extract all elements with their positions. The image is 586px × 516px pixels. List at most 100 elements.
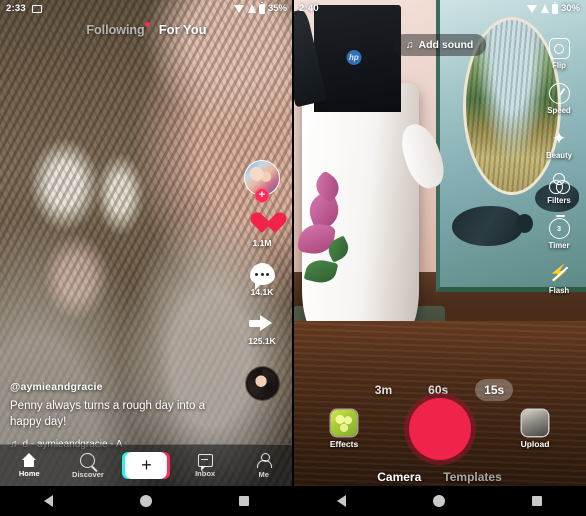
android-nav-right <box>293 486 586 516</box>
status-bar-left: 2:33 35% <box>0 0 293 17</box>
pen-holder-contents: hp <box>313 4 402 112</box>
tab-for-you[interactable]: For You <box>159 22 207 37</box>
creator-username[interactable]: @aymieandgracie <box>10 381 225 393</box>
tool-label-filters: Filters <box>547 196 571 205</box>
timer-icon: 3 <box>548 215 570 239</box>
tab-following-label: Following <box>86 22 145 37</box>
screencast-icon <box>31 4 42 13</box>
status-time: 2:40 <box>299 3 319 14</box>
tool-speed[interactable]: Speed <box>547 83 571 115</box>
recents-icon[interactable] <box>239 496 250 506</box>
following-notification-dot <box>144 21 150 27</box>
battery-percent: 35% <box>267 3 287 14</box>
like-count: 1.1M <box>252 238 272 248</box>
inbox-icon <box>197 453 213 471</box>
beauty-wand-icon: ✦ <box>551 129 567 148</box>
effects-label: Effects <box>329 438 359 449</box>
action-rail: + 1.1M 14.1K 125.1K <box>239 160 285 400</box>
create-icon[interactable]: + <box>122 452 171 479</box>
filters-icon <box>548 173 570 194</box>
music-note-icon: ♫ <box>405 39 414 51</box>
creator-avatar-wrap[interactable]: + <box>244 160 280 203</box>
search-icon <box>80 452 96 468</box>
tool-label-timer: Timer <box>548 241 570 250</box>
android-nav-left <box>0 486 293 516</box>
status-icons: 35% <box>233 1 287 14</box>
tab-following[interactable]: Following <box>86 21 150 37</box>
signal-icon <box>247 4 256 13</box>
nav-item-discover[interactable]: Discover <box>62 452 114 479</box>
wifi-icon <box>233 4 245 13</box>
right-phone-camera: hp 2:40 30% ♫ Add sound Flip Speed ✦ Bea… <box>293 0 586 516</box>
camera-controls: Effects Upload <box>293 394 586 464</box>
recents-icon[interactable] <box>532 496 543 506</box>
flash-off-icon: ⚡ <box>549 265 569 282</box>
nav-item-inbox[interactable]: Inbox <box>179 453 231 478</box>
tool-label-flip: Flip <box>552 61 566 70</box>
profile-icon <box>256 452 273 468</box>
flip-camera-icon <box>548 38 570 59</box>
tool-timer[interactable]: 3 Timer <box>548 215 570 250</box>
signal-icon <box>540 4 549 13</box>
mode-tab-camera[interactable]: Camera <box>377 470 421 484</box>
tool-beauty[interactable]: ✦ Beauty <box>546 128 572 160</box>
home-icon <box>21 453 37 467</box>
status-time: 2:33 <box>6 3 26 14</box>
upload-button[interactable]: Upload <box>512 409 558 449</box>
tool-label-speed: Speed <box>547 106 571 115</box>
nav-item-create[interactable]: + <box>120 452 172 479</box>
add-sound-button[interactable]: ♫ Add sound <box>392 34 487 56</box>
add-sound-label: Add sound <box>418 39 474 51</box>
home-icon[interactable] <box>139 495 152 507</box>
follow-button[interactable]: + <box>254 188 270 203</box>
camera-tool-rail: Flip Speed ✦ Beauty Filters 3 Timer ⚡ Fl… <box>537 38 581 295</box>
status-icons: 30% <box>526 1 580 14</box>
nav-item-me[interactable]: Me <box>238 452 290 479</box>
record-button[interactable] <box>408 398 471 460</box>
nav-label-discover: Discover <box>72 469 104 479</box>
battery-icon <box>258 1 265 14</box>
phone-divider <box>292 0 294 516</box>
mode-tab-templates[interactable]: Templates <box>443 470 501 484</box>
nav-label-me: Me <box>258 469 269 479</box>
battery-icon <box>551 1 558 14</box>
comment-button[interactable]: 14.1K <box>249 263 275 297</box>
comment-icon <box>249 263 275 290</box>
camera-mode-tabs: Camera Templates <box>293 470 586 484</box>
tool-label-flash: Flash <box>548 286 570 295</box>
share-count: 125.1K <box>248 336 276 346</box>
bottom-nav: Home Discover + Inbox Me <box>0 444 293 486</box>
loon-painting-large <box>451 206 533 247</box>
tool-flip[interactable]: Flip <box>548 38 570 70</box>
wifi-icon <box>526 4 538 13</box>
video-caption: @aymieandgracie Penny always turns a rou… <box>10 381 225 450</box>
feed-tabs: Following For You <box>0 21 293 37</box>
home-icon[interactable] <box>432 495 445 507</box>
tool-flash[interactable]: ⚡ Flash <box>549 263 570 295</box>
share-icon <box>248 312 275 334</box>
back-icon[interactable] <box>336 495 346 507</box>
tool-filters[interactable]: Filters <box>547 173 571 205</box>
status-bar-right: 2:40 30% <box>293 0 586 17</box>
back-icon[interactable] <box>43 495 53 507</box>
left-phone-feed: 2:33 35% Following For You + 1.1M 14.1K … <box>0 0 293 516</box>
dual-phone-screenshot: 2:33 35% Following For You + 1.1M 14.1K … <box>0 0 586 516</box>
tab-for-you-label: For You <box>158 22 207 37</box>
floral-pitcher <box>297 82 419 336</box>
effects-button[interactable]: Effects <box>321 409 367 449</box>
plus-glyph: + <box>141 454 152 475</box>
caption-text: Penny always turns a rough day into a ha… <box>10 399 205 429</box>
hp-logo-icon: hp <box>346 49 362 65</box>
nav-label-home: Home <box>18 469 40 478</box>
effects-icon <box>331 409 357 436</box>
heart-icon <box>249 212 275 236</box>
share-button[interactable]: 125.1K <box>248 312 276 346</box>
upload-thumbnail-icon <box>522 409 548 436</box>
like-button[interactable]: 1.1M <box>249 212 275 248</box>
tool-label-beauty: Beauty <box>546 151 572 160</box>
spinning-record-icon[interactable] <box>245 367 279 400</box>
battery-percent: 30% <box>560 3 580 14</box>
nav-item-home[interactable]: Home <box>3 453 55 478</box>
speed-icon <box>548 83 570 104</box>
upload-label: Upload <box>520 438 550 449</box>
